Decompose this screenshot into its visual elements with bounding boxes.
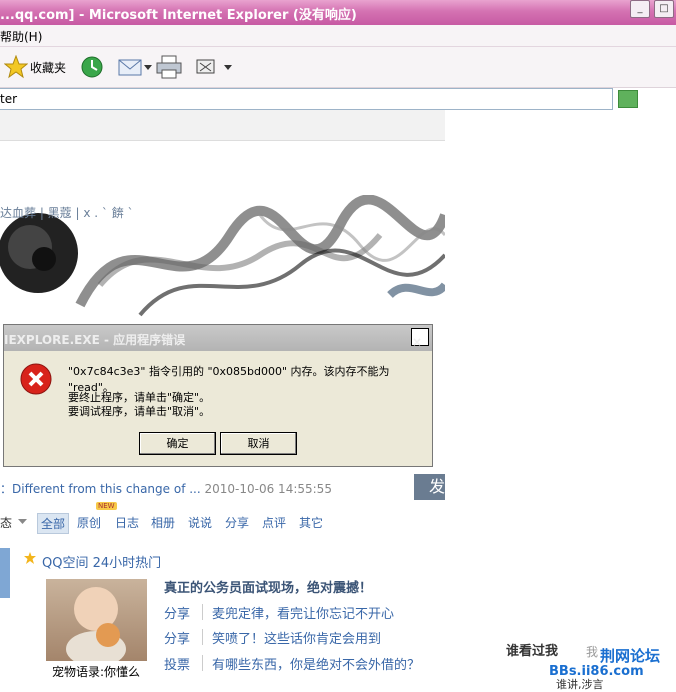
row-label[interactable]: 分享	[164, 603, 190, 622]
divider	[202, 655, 203, 671]
new-badge: NEW	[96, 502, 117, 510]
divider	[202, 629, 203, 645]
row-label[interactable]: 分享	[164, 628, 190, 647]
tab-all[interactable]: 全部	[37, 513, 70, 534]
tab-album[interactable]: 相册	[151, 514, 175, 531]
print-icon[interactable]	[156, 55, 182, 79]
error-dialog: IEXPLORE.EXE - 应用程序错误 × "0x7c84c3e3" 指令引…	[3, 324, 433, 467]
address-value: ter	[0, 92, 18, 106]
dialog-title: IEXPLORE.EXE - 应用程序错误	[4, 333, 186, 347]
tab-status[interactable]: 说说	[188, 514, 212, 531]
minimize-button[interactable]: _	[630, 0, 650, 18]
pet-caption[interactable]: 宠物语录:你懂么	[52, 663, 140, 680]
dialog-titlebar[interactable]: IEXPLORE.EXE - 应用程序错误 ×	[4, 325, 432, 351]
hot-section-title[interactable]: QQ空间 24小时热门	[42, 552, 161, 571]
publish-button[interactable]: 发	[414, 474, 445, 500]
tab-blog[interactable]: 日志	[115, 514, 139, 531]
latest-post: ：Different from this change of ... 2010-…	[0, 480, 332, 497]
mail-icon[interactable]	[118, 57, 144, 77]
ok-button[interactable]: 确定	[139, 432, 216, 455]
avatar-fragment[interactable]	[0, 548, 10, 598]
blog-title[interactable]: 达血葬 | 黑蔻 | x . ` 餴 `	[0, 204, 134, 221]
window-title: ...qq.com] - Microsoft Internet Explorer…	[0, 8, 357, 23]
row-link[interactable]: 笑喷了！这些话你肯定会用到	[212, 628, 381, 647]
tab-original[interactable]: 原创	[77, 514, 101, 531]
mail-dropdown-icon[interactable]	[144, 65, 152, 71]
feed-dropdown-icon[interactable]	[18, 519, 27, 525]
edit-icon[interactable]	[196, 59, 216, 75]
menu-bar: 帮助(H)	[0, 25, 676, 47]
row-link[interactable]: 麦兜定律，看完让你忘记不开心	[212, 603, 394, 622]
edit-dropdown-icon[interactable]	[224, 65, 232, 71]
row-link[interactable]: 有哪些东西，你是绝对不会外借的？	[212, 654, 420, 673]
feed-label: 态	[0, 516, 13, 530]
row-label[interactable]: 投票	[164, 654, 190, 673]
pet-photo[interactable]	[46, 579, 147, 667]
address-bar[interactable]: ter	[0, 88, 613, 110]
watermark-logo: 荆网论坛	[600, 647, 661, 665]
history-icon[interactable]	[80, 55, 104, 79]
restore-button[interactable]: □	[654, 0, 674, 18]
menu-help[interactable]: 帮助(H)	[0, 28, 42, 45]
dialog-close-button[interactable]: ×	[411, 328, 429, 349]
tab-share[interactable]: 分享	[225, 514, 249, 531]
post-date: 2010-10-06 14:55:55	[204, 482, 332, 496]
star-icon	[24, 552, 36, 564]
error-icon	[20, 363, 52, 395]
favorites-button[interactable]: 收藏夹	[30, 59, 66, 76]
who-visited-label: 谁看过我	[506, 644, 559, 659]
divider	[202, 604, 203, 620]
toolbar: 收藏夹	[0, 47, 676, 88]
cancel-button[interactable]: 取消	[220, 432, 297, 455]
tab-review[interactable]: 点评	[262, 514, 286, 531]
window-titlebar: ...qq.com] - Microsoft Internet Explorer…	[0, 0, 676, 25]
tab-other[interactable]: 其它	[299, 514, 323, 531]
favorites-star-icon[interactable]	[4, 55, 28, 79]
error-message-line3: 要调试程序，请单击"取消"。	[68, 405, 211, 418]
post-title-link[interactable]: Different from this change of ...	[12, 482, 201, 496]
sidebar-fragment: 我	[586, 645, 599, 659]
hot-headline[interactable]: 真正的公务员面试现场，绝对震撼！	[164, 577, 372, 596]
go-button[interactable]	[618, 90, 638, 108]
bottom-text-fragment: 谁讲,涉言	[556, 678, 604, 691]
post-prefix: ：	[0, 482, 13, 496]
child-with-kitten-image	[66, 587, 126, 667]
page-header-strip	[0, 110, 445, 141]
